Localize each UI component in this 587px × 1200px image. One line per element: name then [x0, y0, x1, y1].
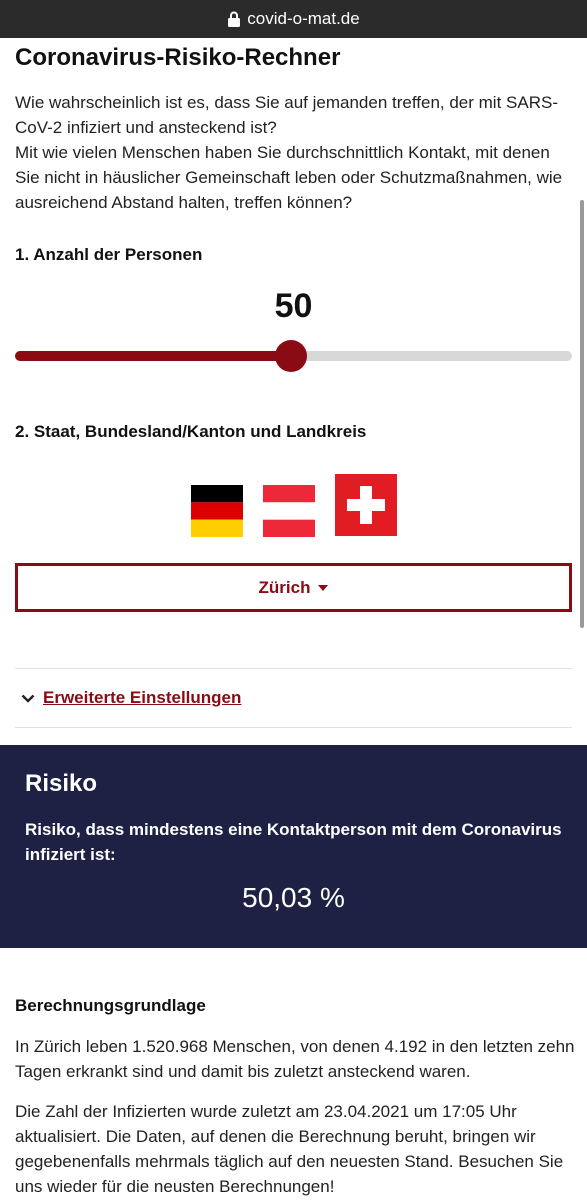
risk-value: 50,03 %: [242, 882, 345, 913]
persons-slider[interactable]: [15, 340, 572, 372]
basis-update-text: Die Zahl der Infizierten wurde zuletzt a…: [15, 1102, 564, 1196]
browser-url: covid-o-mat.de: [247, 9, 360, 28]
region-selected: Zürich: [258, 577, 311, 597]
lock-icon: [228, 11, 241, 27]
caret-down-icon: [318, 584, 329, 591]
risk-description: Risiko, dass mindestens eine Kontaktpers…: [25, 820, 562, 864]
risk-title: Risiko: [25, 770, 98, 797]
intro-contacts-question: Mit wie vielen Menschen haben Sie durchs…: [15, 143, 563, 212]
region-dropdown[interactable]: Zürich: [15, 563, 572, 612]
advanced-settings-link[interactable]: Erweiterte Einstellungen: [43, 688, 241, 708]
persons-slider-fill: [15, 351, 292, 361]
page-scrollbar[interactable]: [580, 200, 584, 628]
page-title: Coronavirus-Risiko-Rechner: [15, 44, 341, 71]
calculation-basis: Berechnungsgrundlage In Zürich leben 1.5…: [15, 996, 575, 1196]
persons-slider-thumb[interactable]: [275, 340, 308, 372]
divider: [15, 668, 572, 669]
switzerland-flag[interactable]: [335, 474, 397, 536]
intro-question: Wie wahrscheinlich ist es, dass Sie auf …: [15, 93, 558, 137]
browser-address-bar[interactable]: covid-o-mat.de: [0, 0, 587, 38]
divider: [15, 727, 572, 728]
country-flags: [15, 474, 572, 538]
austria-flag[interactable]: [263, 485, 315, 537]
basis-title: Berechnungsgrundlage: [15, 996, 206, 1015]
intro-text: Wie wahrscheinlich ist es, dass Sie auf …: [15, 90, 575, 215]
persons-label: 1. Anzahl der Personen: [15, 245, 203, 264]
region-label: 2. Staat, Bundesland/Kanton und Landkrei…: [15, 422, 367, 441]
advanced-settings-toggle[interactable]: Erweiterte Einstellungen: [21, 688, 241, 708]
basis-population-text: In Zürich leben 1.520.968 Menschen, von …: [15, 1037, 575, 1081]
germany-flag[interactable]: [191, 485, 243, 537]
persons-value: 50: [274, 287, 313, 325]
chevron-down-icon: [21, 694, 35, 703]
risk-panel: Risiko Risiko, dass mindestens eine Kont…: [0, 745, 587, 948]
